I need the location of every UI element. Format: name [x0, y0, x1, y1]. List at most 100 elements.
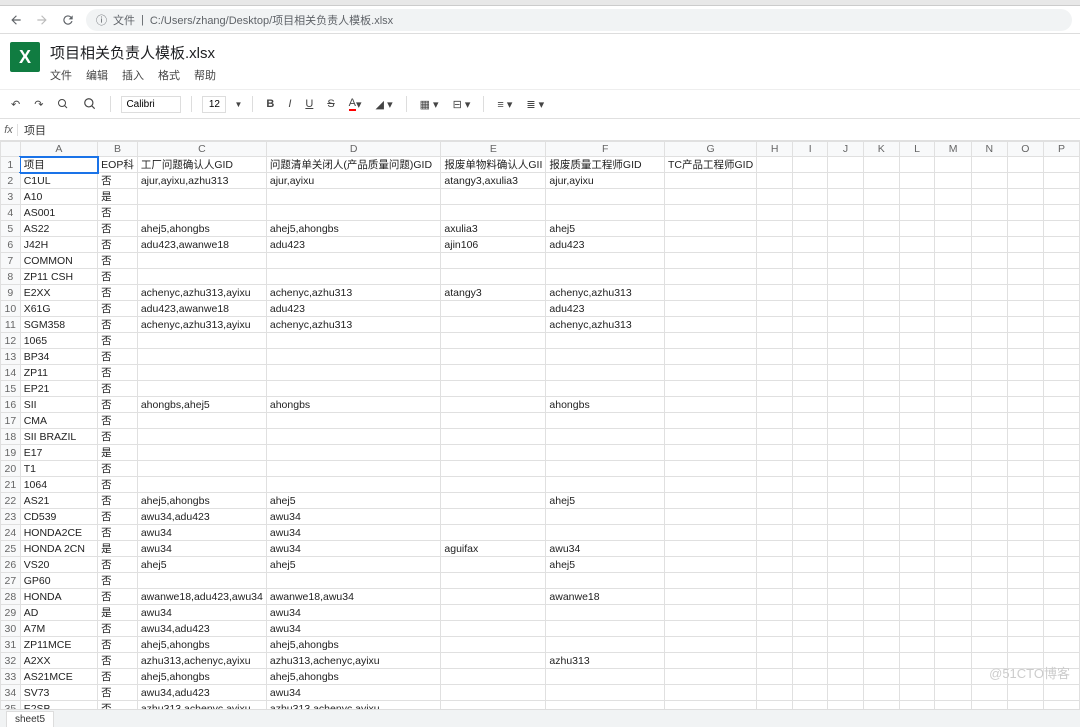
row-header[interactable]: 7: [1, 253, 21, 269]
cell[interactable]: [1043, 381, 1079, 397]
cell[interactable]: [935, 605, 971, 621]
cell[interactable]: [757, 493, 793, 509]
cell[interactable]: [441, 669, 546, 685]
cell[interactable]: [793, 653, 828, 669]
cell[interactable]: [1007, 621, 1043, 637]
menu-help[interactable]: 帮助: [194, 67, 216, 83]
cell[interactable]: AS21: [20, 493, 97, 509]
font-size-input[interactable]: [202, 96, 226, 113]
cell[interactable]: 项目: [20, 157, 97, 173]
cell[interactable]: [441, 317, 546, 333]
cell[interactable]: [935, 685, 971, 701]
cell[interactable]: [971, 525, 1007, 541]
cell[interactable]: [935, 173, 971, 189]
cell[interactable]: [899, 269, 935, 285]
cell[interactable]: [665, 541, 757, 557]
cell[interactable]: [441, 653, 546, 669]
cell[interactable]: [863, 605, 899, 621]
cell[interactable]: [665, 461, 757, 477]
col-header-A[interactable]: A: [20, 142, 97, 157]
row-header[interactable]: 24: [1, 525, 21, 541]
row-header[interactable]: 35: [1, 701, 21, 709]
cell[interactable]: [828, 573, 864, 589]
valign-button[interactable]: ≣ ▾: [523, 96, 547, 113]
cell[interactable]: [793, 461, 828, 477]
cell[interactable]: [793, 413, 828, 429]
cell[interactable]: [1043, 445, 1079, 461]
cell[interactable]: [935, 653, 971, 669]
cell[interactable]: [971, 173, 1007, 189]
cell[interactable]: [935, 365, 971, 381]
cell[interactable]: [757, 237, 793, 253]
cell[interactable]: ahej5: [546, 221, 665, 237]
cell[interactable]: [899, 349, 935, 365]
cell[interactable]: [863, 589, 899, 605]
cell[interactable]: [793, 669, 828, 685]
cell[interactable]: [1043, 269, 1079, 285]
forward-button[interactable]: [34, 12, 50, 28]
cell[interactable]: ahej5,ahongbs: [137, 637, 266, 653]
cell[interactable]: [137, 349, 266, 365]
cell[interactable]: [137, 269, 266, 285]
cell[interactable]: [441, 637, 546, 653]
cell[interactable]: [828, 621, 864, 637]
cell[interactable]: [793, 237, 828, 253]
col-header-K[interactable]: K: [863, 142, 899, 157]
cell[interactable]: [665, 301, 757, 317]
cell[interactable]: [828, 509, 864, 525]
cell[interactable]: awu34,adu423: [137, 509, 266, 525]
cell[interactable]: [137, 205, 266, 221]
cell[interactable]: [1043, 509, 1079, 525]
cell[interactable]: EOP科: [98, 157, 138, 173]
cell[interactable]: [665, 333, 757, 349]
cell[interactable]: [757, 221, 793, 237]
cell[interactable]: awu34,adu423: [137, 621, 266, 637]
cell[interactable]: T1: [20, 461, 97, 477]
cell[interactable]: [1007, 413, 1043, 429]
cell[interactable]: [266, 381, 441, 397]
cell[interactable]: [1007, 349, 1043, 365]
cell[interactable]: [546, 333, 665, 349]
cell[interactable]: [935, 285, 971, 301]
cell[interactable]: [971, 429, 1007, 445]
cell[interactable]: [935, 541, 971, 557]
cell[interactable]: [935, 205, 971, 221]
cell[interactable]: [971, 221, 1007, 237]
cell[interactable]: X61G: [20, 301, 97, 317]
cell[interactable]: SV73: [20, 685, 97, 701]
cell[interactable]: A2XX: [20, 653, 97, 669]
cell[interactable]: [793, 685, 828, 701]
cell[interactable]: [863, 365, 899, 381]
cell[interactable]: [793, 381, 828, 397]
borders-button[interactable]: ▦ ▾: [417, 96, 442, 113]
cell[interactable]: [899, 381, 935, 397]
zoom-out-button[interactable]: [54, 96, 72, 112]
cell[interactable]: [899, 317, 935, 333]
cell[interactable]: [971, 349, 1007, 365]
cell[interactable]: [546, 509, 665, 525]
cell[interactable]: [899, 589, 935, 605]
cell[interactable]: [828, 349, 864, 365]
cell[interactable]: [935, 349, 971, 365]
cell[interactable]: [1043, 365, 1079, 381]
cell[interactable]: [899, 477, 935, 493]
cell[interactable]: [1007, 205, 1043, 221]
cell[interactable]: [899, 333, 935, 349]
cell[interactable]: GP60: [20, 573, 97, 589]
cell[interactable]: AS21MCE: [20, 669, 97, 685]
cell[interactable]: [546, 365, 665, 381]
cell[interactable]: 否: [98, 685, 138, 701]
cell[interactable]: [757, 365, 793, 381]
cell[interactable]: [137, 461, 266, 477]
cell[interactable]: [665, 509, 757, 525]
cell[interactable]: 否: [98, 253, 138, 269]
cell[interactable]: [441, 413, 546, 429]
cell[interactable]: [665, 445, 757, 461]
cell[interactable]: awanwe18,adu423,awu34: [137, 589, 266, 605]
cell[interactable]: awanwe18,awu34: [266, 589, 441, 605]
cell[interactable]: [266, 333, 441, 349]
cell[interactable]: [1043, 429, 1079, 445]
cell[interactable]: EP21: [20, 381, 97, 397]
cell[interactable]: [1043, 493, 1079, 509]
cell[interactable]: [899, 205, 935, 221]
